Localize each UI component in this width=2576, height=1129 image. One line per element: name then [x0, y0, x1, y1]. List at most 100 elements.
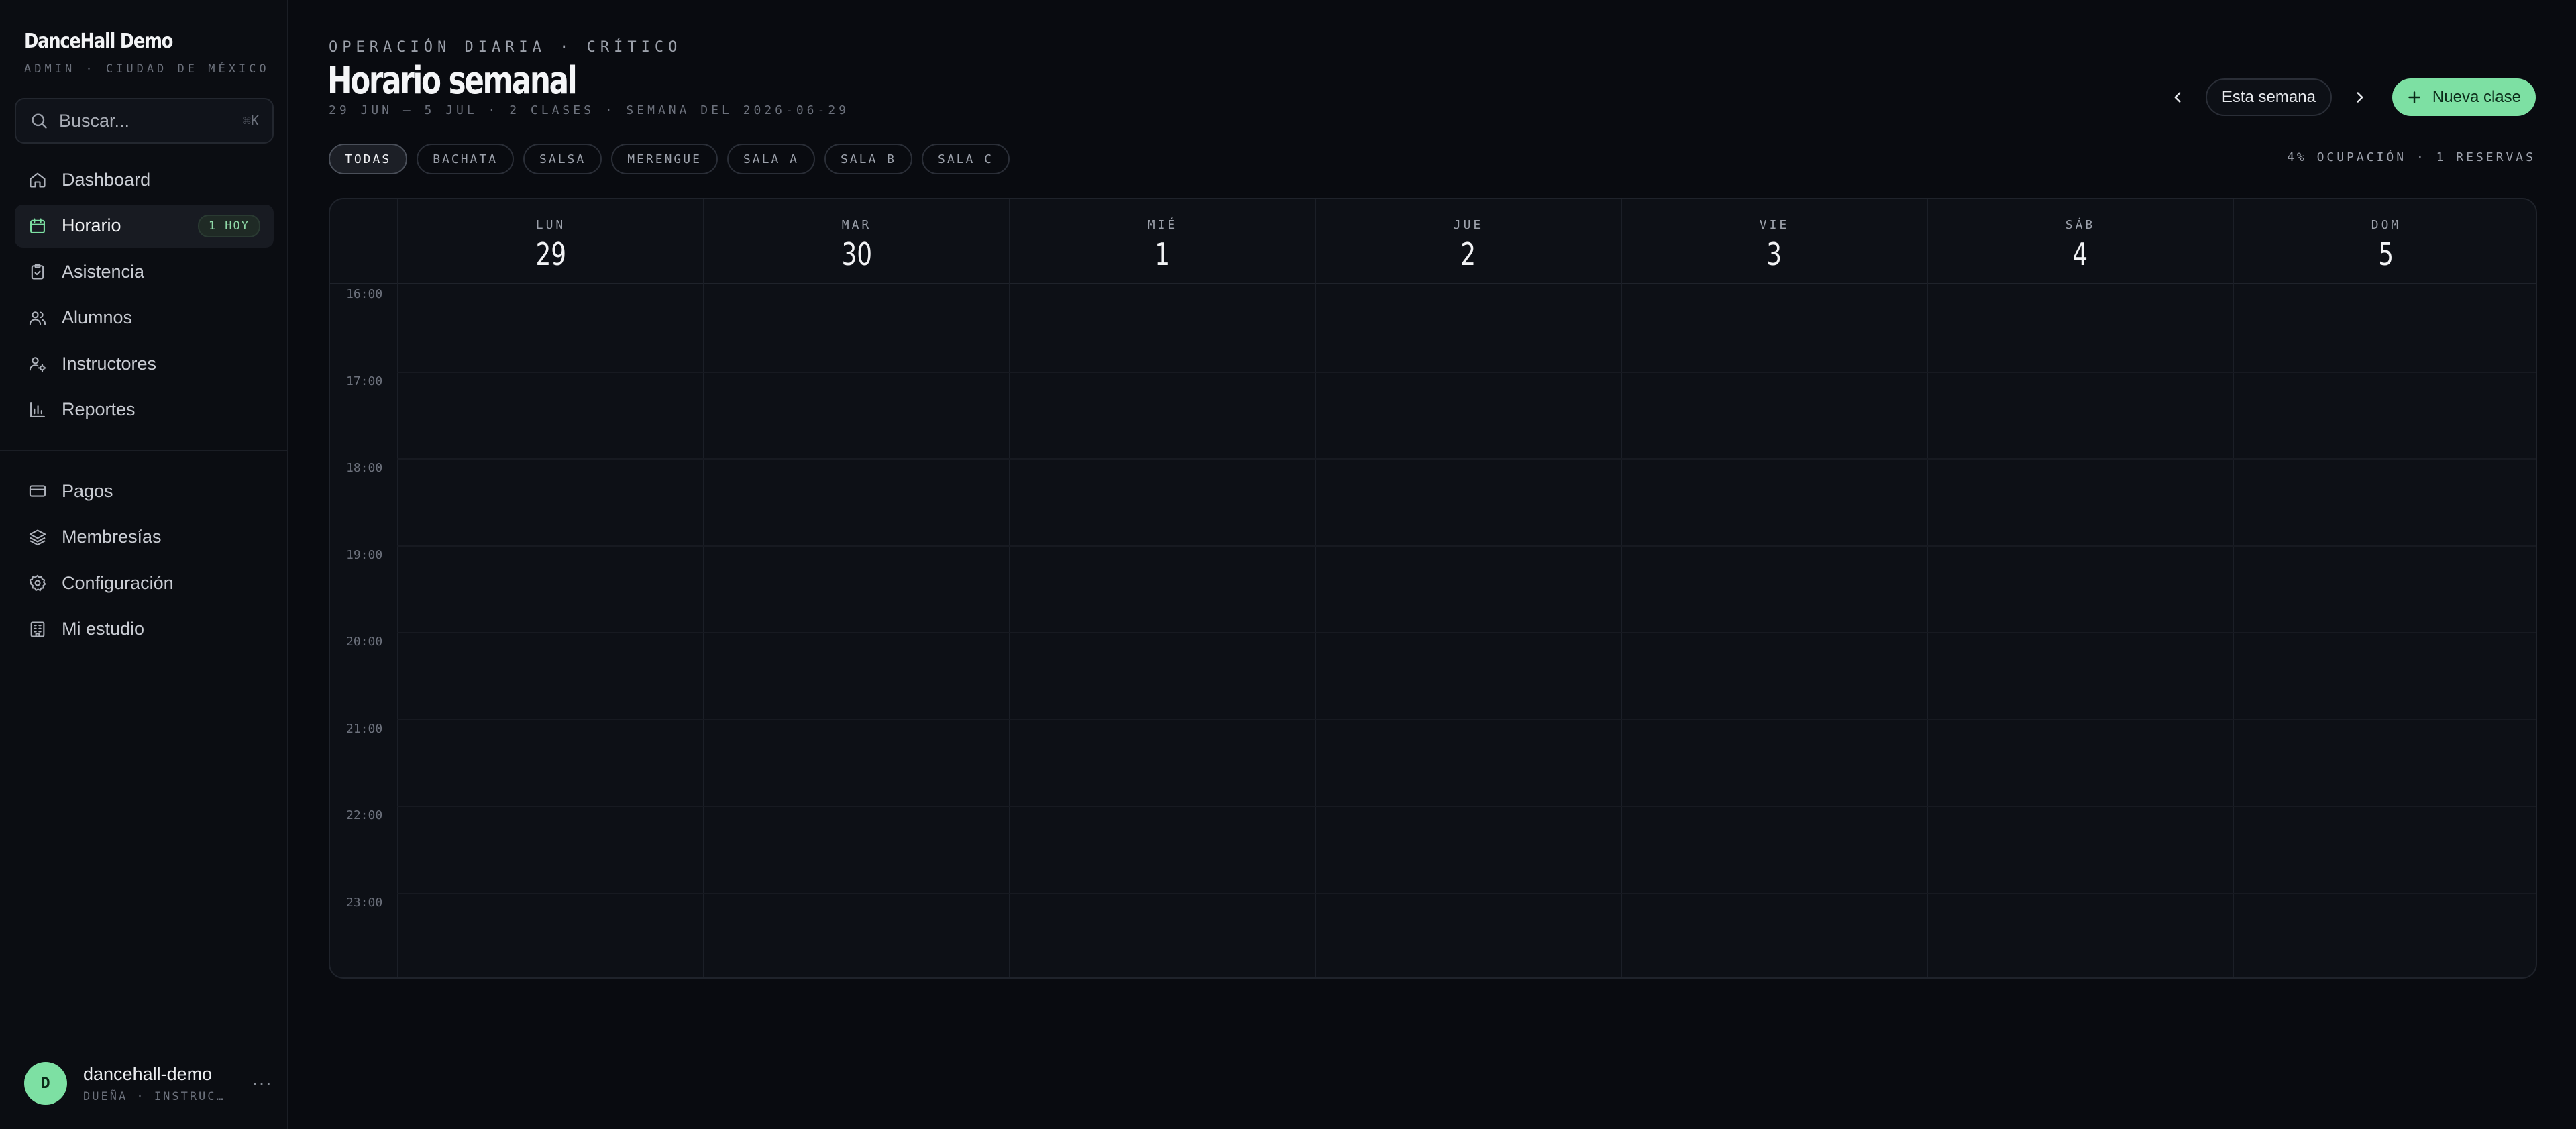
day-header[interactable]: MAR 30	[703, 199, 1009, 284]
brand-name: DanceHall Demo	[24, 30, 173, 53]
search-icon	[32, 113, 47, 129]
chevron-right-icon	[2357, 92, 2363, 103]
hour-gridline	[397, 545, 2536, 547]
filter-salsa[interactable]: SALSA	[523, 144, 602, 174]
prev-week-button[interactable]	[2163, 78, 2192, 116]
filter-merengue[interactable]: MERENGUE	[611, 144, 718, 174]
new-class-label: Nueva clase	[2432, 88, 2521, 106]
day-header[interactable]: SÁB 4	[1927, 199, 2233, 284]
next-week-button[interactable]	[2345, 78, 2375, 116]
filter-bachata[interactable]: BACHATA	[417, 144, 515, 174]
nav-item-asistencia[interactable]: Asistencia	[15, 250, 274, 293]
nav-label: Alumnos	[62, 307, 133, 327]
nav-label: Pagos	[62, 480, 113, 501]
hour-gridline	[397, 632, 2536, 633]
avatar: D	[24, 1062, 67, 1105]
nav-item-alumnos[interactable]: Alumnos	[15, 297, 274, 339]
nav-item-pagos[interactable]: Pagos	[15, 470, 274, 513]
filter-sala-b[interactable]: SALA B	[824, 144, 912, 174]
credit-card-icon	[29, 485, 46, 497]
time-label: 20:00	[346, 635, 383, 649]
day-name: JUE	[1453, 218, 1484, 232]
user-profile[interactable]: D dancehall-demo DUEÑA · INSTRUC… ···	[24, 1060, 272, 1107]
filter-sala-c[interactable]: SALA C	[922, 144, 1010, 174]
nav-item-mi-estudio[interactable]: Mi estudio	[15, 608, 274, 651]
search-input[interactable]: Buscar... ⌘K	[15, 98, 274, 144]
time-label: 22:00	[346, 808, 383, 822]
hour-gridline	[397, 806, 2536, 807]
day-name: MIÉ	[1147, 218, 1178, 232]
day-number: 30	[841, 236, 872, 272]
time-label: 16:00	[346, 287, 383, 301]
occupancy-summary: 4% OCUPACIÓN · 1 RESERVAS	[2287, 150, 2536, 164]
page-meta: 29 JUN – 5 JUL · 2 CLASES · SEMANA DEL 2…	[329, 103, 850, 117]
nav-label: Dashboard	[62, 169, 151, 190]
calendar-grid[interactable]: 16:00 17:00 18:00 19:00 20:00 21:00 22:00 23:00	[330, 284, 2536, 977]
chevron-left-icon	[2174, 92, 2181, 103]
brand[interactable]: DanceHall Demo ADMIN · CIUDAD DE MÉXICO	[24, 30, 270, 76]
day-header[interactable]: VIE 3	[1621, 199, 1927, 284]
sidebar-divider	[0, 450, 288, 451]
day-name: VIE	[1759, 218, 1790, 232]
this-week-button[interactable]: Esta semana	[2205, 78, 2332, 116]
user-name: dancehall-demo	[83, 1063, 213, 1084]
nav-label: Asistencia	[62, 261, 145, 282]
user-role: DUEÑA · INSTRUC…	[83, 1089, 225, 1104]
more-icon[interactable]: ···	[252, 1073, 272, 1094]
nav-item-instructores[interactable]: Instructores	[15, 342, 274, 385]
week-calendar: LUN 29 MAR 30 MIÉ 1 JUE 2 VIE 3 SÁB 4 DOM 5 16:00 17:0…	[329, 198, 2537, 979]
calendar-icon	[30, 217, 45, 233]
time-label: 21:00	[346, 721, 383, 736]
time-label: 23:00	[346, 895, 383, 910]
day-name: SÁB	[2065, 218, 2096, 232]
nav-item-membresias[interactable]: Membresías	[15, 516, 274, 559]
user-cog-icon	[29, 357, 47, 372]
filter-sala-a[interactable]: SALA A	[727, 144, 815, 174]
nav-secondary: Pagos Membresías Configuración Mi estudi…	[15, 470, 274, 653]
hour-gridline	[397, 718, 2536, 720]
day-header[interactable]: LUN 29	[397, 199, 703, 284]
day-name: LUN	[535, 218, 566, 232]
user-info: dancehall-demo DUEÑA · INSTRUC…	[83, 1064, 252, 1104]
day-header[interactable]: DOM 5	[2233, 199, 2536, 284]
day-name: MAR	[841, 218, 872, 232]
brand-subtitle: ADMIN · CIUDAD DE MÉXICO	[24, 62, 270, 76]
page-title: Horario semanal	[327, 59, 578, 103]
app-root: DanceHall Demo ADMIN · CIUDAD DE MÉXICO …	[0, 0, 2576, 1129]
nav-item-configuracion[interactable]: Configuración	[15, 561, 274, 604]
nav-item-horario[interactable]: Horario 1 HOY	[15, 204, 274, 248]
users-icon	[29, 311, 46, 325]
filter-chips: TODAS BACHATA SALSA MERENGUE SALA A SALA…	[329, 144, 1019, 174]
calendar-header: LUN 29 MAR 30 MIÉ 1 JUE 2 VIE 3 SÁB 4 DOM 5	[330, 199, 2536, 284]
nav-main: Dashboard Horario 1 HOY Asistencia Alumn…	[15, 158, 274, 434]
building-icon	[30, 621, 45, 637]
time-label: 17:00	[346, 374, 383, 388]
day-number: 1	[1155, 236, 1171, 272]
day-number: 4	[2072, 236, 2088, 272]
filter-todas[interactable]: TODAS	[329, 144, 408, 174]
nav-label: Instructores	[62, 353, 157, 374]
nav-label: Reportes	[62, 399, 136, 419]
day-number: 5	[2378, 236, 2394, 272]
nav-label: Membresías	[62, 527, 162, 547]
day-header[interactable]: MIÉ 1	[1009, 199, 1315, 284]
day-number: 3	[1766, 236, 1782, 272]
search-shortcut: ⌘K	[242, 113, 259, 129]
page-eyebrow: OPERACIÓN DIARIA · CRÍTICO	[329, 39, 682, 56]
time-label: 19:00	[346, 547, 383, 562]
header-actions: Esta semana Nueva clase	[2163, 78, 2536, 116]
gear-icon	[29, 574, 46, 592]
hour-gridline	[397, 371, 2536, 373]
home-icon	[30, 172, 46, 188]
search-placeholder: Buscar...	[59, 110, 130, 131]
sidebar: DanceHall Demo ADMIN · CIUDAD DE MÉXICO …	[0, 0, 288, 1129]
day-header[interactable]: JUE 2	[1315, 199, 1621, 284]
day-number: 2	[1460, 236, 1477, 272]
layers-icon	[29, 529, 46, 545]
plus-icon	[2408, 91, 2420, 103]
hour-gridline	[397, 892, 2536, 894]
new-class-button[interactable]: Nueva clase	[2392, 78, 2536, 116]
day-name: DOM	[2371, 218, 2402, 232]
nav-item-reportes[interactable]: Reportes	[15, 388, 274, 431]
nav-item-dashboard[interactable]: Dashboard	[15, 158, 274, 201]
